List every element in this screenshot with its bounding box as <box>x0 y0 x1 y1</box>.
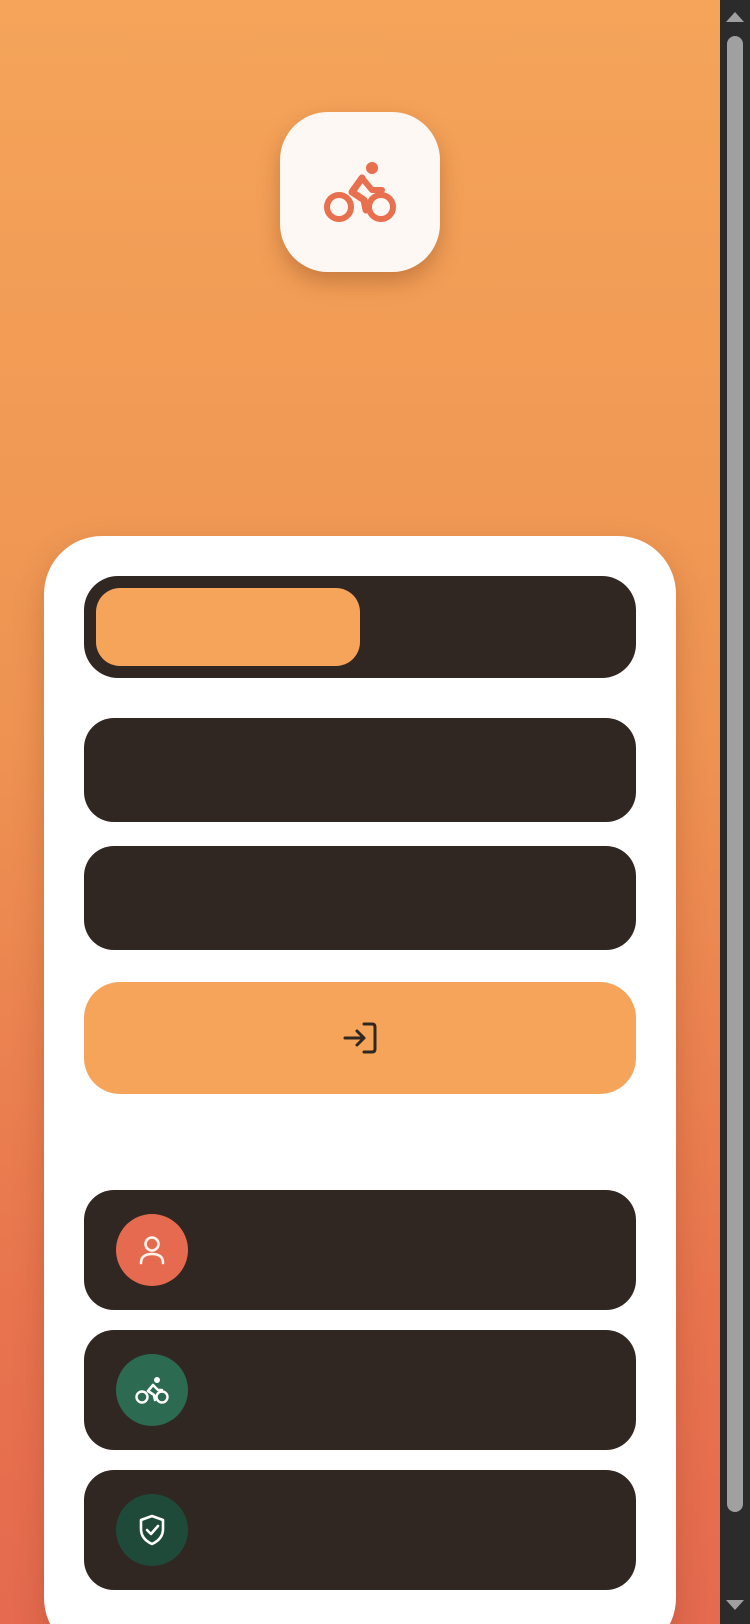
user-icon <box>139 1236 165 1265</box>
auth-card <box>44 536 676 1624</box>
feature-row-profile <box>84 1190 636 1310</box>
tab-register[interactable] <box>360 588 624 666</box>
feature-row-rides <box>84 1330 636 1450</box>
app-viewport <box>0 0 720 1624</box>
vertical-scrollbar[interactable] <box>720 0 750 1624</box>
feature-row-security <box>84 1470 636 1590</box>
app-logo <box>280 112 440 272</box>
bicycle-icon <box>135 1377 169 1404</box>
bicycle-rider-icon <box>324 162 396 222</box>
feature-badge-rides <box>116 1354 188 1426</box>
password-field[interactable] <box>84 846 636 950</box>
login-arrow-icon <box>343 1022 377 1054</box>
auth-mode-toggle <box>84 576 636 678</box>
scroll-up-arrow-icon[interactable] <box>726 12 744 22</box>
login-button[interactable] <box>84 982 636 1094</box>
scroll-down-arrow-icon[interactable] <box>726 1600 744 1610</box>
scroll-thumb[interactable] <box>727 36 743 1512</box>
username-field[interactable] <box>84 718 636 822</box>
shield-check-icon <box>139 1514 165 1546</box>
feature-badge-security <box>116 1494 188 1566</box>
feature-badge-profile <box>116 1214 188 1286</box>
tab-login[interactable] <box>96 588 360 666</box>
